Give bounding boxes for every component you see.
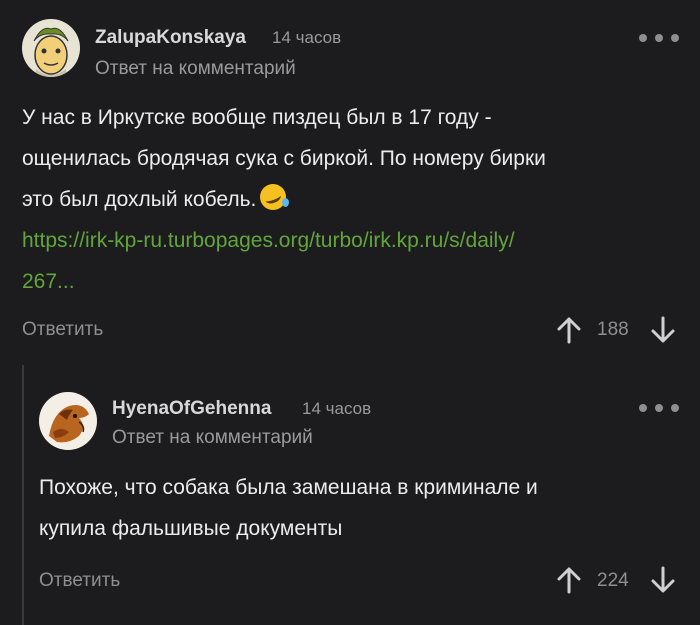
avatar[interactable] bbox=[39, 392, 97, 450]
comment-line-with-emoji: это был дохлый кобель. bbox=[22, 179, 682, 220]
more-dots-icon[interactable] bbox=[639, 398, 679, 418]
comment-line: это был дохлый кобель. bbox=[22, 188, 257, 211]
vote-score: 188 bbox=[597, 319, 629, 340]
timestamp: 14 часов bbox=[272, 28, 342, 47]
arrow-up-icon[interactable] bbox=[557, 566, 581, 594]
reply-button[interactable]: Ответить bbox=[22, 319, 103, 341]
avatar[interactable] bbox=[22, 19, 80, 77]
comment-line: купила фальшивые документы bbox=[39, 517, 343, 540]
more-dots-icon[interactable] bbox=[639, 28, 679, 48]
comment-text: У нас в Иркутске вообще пиздец был в 17 … bbox=[22, 97, 682, 302]
comments-page: ZalupaKonskaya 14 часов Ответ на коммент… bbox=[0, 0, 700, 625]
username[interactable]: ZalupaKonskaya bbox=[95, 27, 246, 49]
comment-text: Похоже, что собака была замешана в крими… bbox=[39, 467, 679, 549]
comment-link-continued[interactable]: 267... bbox=[22, 270, 75, 293]
arrow-down-icon[interactable] bbox=[651, 316, 675, 344]
reply-to-label[interactable]: Ответ на комментарий bbox=[112, 427, 313, 449]
comment: HyenaOfGehenna 14 часов Ответ на коммент… bbox=[0, 360, 700, 625]
arrow-up-icon[interactable] bbox=[557, 316, 581, 344]
username[interactable]: HyenaOfGehenna bbox=[112, 398, 271, 420]
comment-line: У нас в Иркутске вообще пиздец был в 17 … bbox=[22, 106, 492, 129]
reply-button[interactable]: Ответить bbox=[39, 570, 120, 592]
comment-link[interactable]: https://irk-kp-ru.turbopages.org/turbo/i… bbox=[22, 229, 515, 252]
vote-score: 224 bbox=[597, 570, 629, 591]
timestamp: 14 часов bbox=[302, 399, 372, 418]
reply-to-label[interactable]: Ответ на комментарий bbox=[95, 58, 296, 80]
comment-line: Похоже, что собака была замешана в крими… bbox=[39, 476, 538, 499]
arrow-down-icon[interactable] bbox=[651, 566, 675, 594]
comment-line: ощенилась бродячая сука с биркой. По ном… bbox=[22, 147, 546, 170]
rolling-on-floor-laughing-emoji bbox=[260, 184, 290, 210]
comment: ZalupaKonskaya 14 часов Ответ на коммент… bbox=[0, 0, 700, 360]
